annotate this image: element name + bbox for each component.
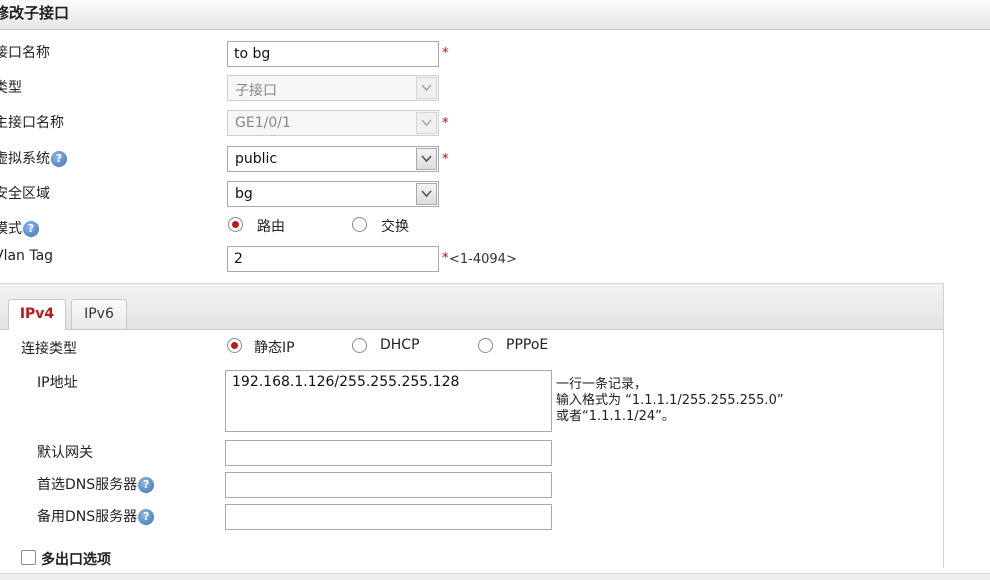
- dns2-label-text: 备用DNS服务器: [37, 509, 138, 525]
- multi-exit-checkbox[interactable]: [21, 550, 36, 565]
- zone-value: bg: [235, 186, 253, 202]
- page-header: 修改子接口: [0, 0, 990, 30]
- conn-static-radio[interactable]: [227, 338, 242, 353]
- gateway-input[interactable]: [225, 440, 552, 466]
- required-mark: *: [442, 46, 449, 61]
- vlan-range-hint: <1-4094>: [449, 252, 517, 267]
- chevron-down-icon[interactable]: [416, 148, 437, 170]
- main-interface-label: 主接口名称: [0, 115, 64, 131]
- zone-select[interactable]: bg: [227, 181, 439, 207]
- hint-line: 一行一条记录，: [556, 377, 648, 392]
- chevron-down-icon: [416, 77, 437, 99]
- mode-route-label: 路由: [257, 219, 285, 235]
- page-title: 修改子接口: [0, 4, 70, 22]
- ip-format-hint: 一行一条记录， 输入格式为 “1.1.1.1/255.255.255.0” 或者…: [556, 377, 784, 425]
- mode-route-radio[interactable]: [228, 217, 243, 232]
- mode-label-text: 模式: [0, 221, 22, 237]
- type-value: 子接口: [235, 83, 277, 99]
- tab-bar: IPv4 IPv6: [0, 283, 943, 330]
- vsys-select[interactable]: public: [227, 146, 439, 172]
- help-icon[interactable]: ?: [23, 221, 39, 237]
- required-mark: *: [442, 116, 449, 131]
- zone-label: 安全区域: [0, 186, 50, 202]
- help-icon[interactable]: ?: [51, 151, 67, 167]
- vsys-label: 虚拟系统?: [0, 148, 67, 168]
- type-select: 子接口: [227, 75, 439, 101]
- chevron-down-icon: [416, 112, 437, 134]
- ip-address-label: IP地址: [37, 375, 78, 391]
- conn-pppoe-label: PPPoE: [506, 337, 549, 353]
- main-interface-select: GE1/0/1: [227, 110, 439, 136]
- conn-dhcp-label: DHCP: [380, 337, 420, 353]
- dns1-label-text: 首选DNS服务器: [37, 477, 138, 493]
- help-icon[interactable]: ?: [138, 509, 155, 525]
- conn-static-label: 静态IP: [254, 340, 295, 356]
- mode-switch-radio[interactable]: [352, 217, 367, 232]
- help-icon[interactable]: ?: [138, 477, 155, 493]
- gateway-label: 默认网关: [37, 445, 93, 461]
- dns2-label: 备用DNS服务器?: [37, 506, 155, 526]
- dns1-label: 首选DNS服务器?: [37, 474, 155, 494]
- hint-line: 或者“1.1.1.1/24”。: [556, 409, 675, 424]
- required-mark: *: [442, 152, 449, 167]
- mode-switch-label: 交换: [381, 219, 409, 235]
- dns2-input[interactable]: [225, 504, 552, 530]
- tab-ipv6[interactable]: IPv6: [71, 299, 127, 329]
- main-interface-value: GE1/0/1: [235, 115, 291, 131]
- required-mark: *: [442, 251, 449, 266]
- vsys-value: public: [235, 151, 278, 167]
- hint-line: 输入格式为 “1.1.1.1/255.255.255.0”: [556, 393, 784, 408]
- interface-name-input[interactable]: [227, 41, 439, 67]
- multi-exit-label: 多出口选项: [41, 552, 111, 568]
- conn-type-label: 连接类型: [21, 341, 77, 357]
- conn-dhcp-radio[interactable]: [352, 338, 367, 353]
- ip-address-textarea[interactable]: 192.168.1.126/255.255.255.128: [225, 370, 552, 432]
- mode-label: 模式?: [0, 218, 39, 238]
- vsys-label-text: 虚拟系统: [0, 151, 50, 167]
- tab-ipv4[interactable]: IPv4: [8, 299, 66, 330]
- conn-pppoe-radio[interactable]: [478, 338, 493, 353]
- vlan-tag-label: Vlan Tag: [0, 248, 54, 264]
- vlan-tag-input[interactable]: [227, 246, 439, 272]
- chevron-down-icon[interactable]: [416, 183, 437, 205]
- dns1-input[interactable]: [225, 472, 552, 498]
- interface-name-label: 接口名称: [0, 45, 50, 61]
- type-label: 类型: [0, 80, 22, 96]
